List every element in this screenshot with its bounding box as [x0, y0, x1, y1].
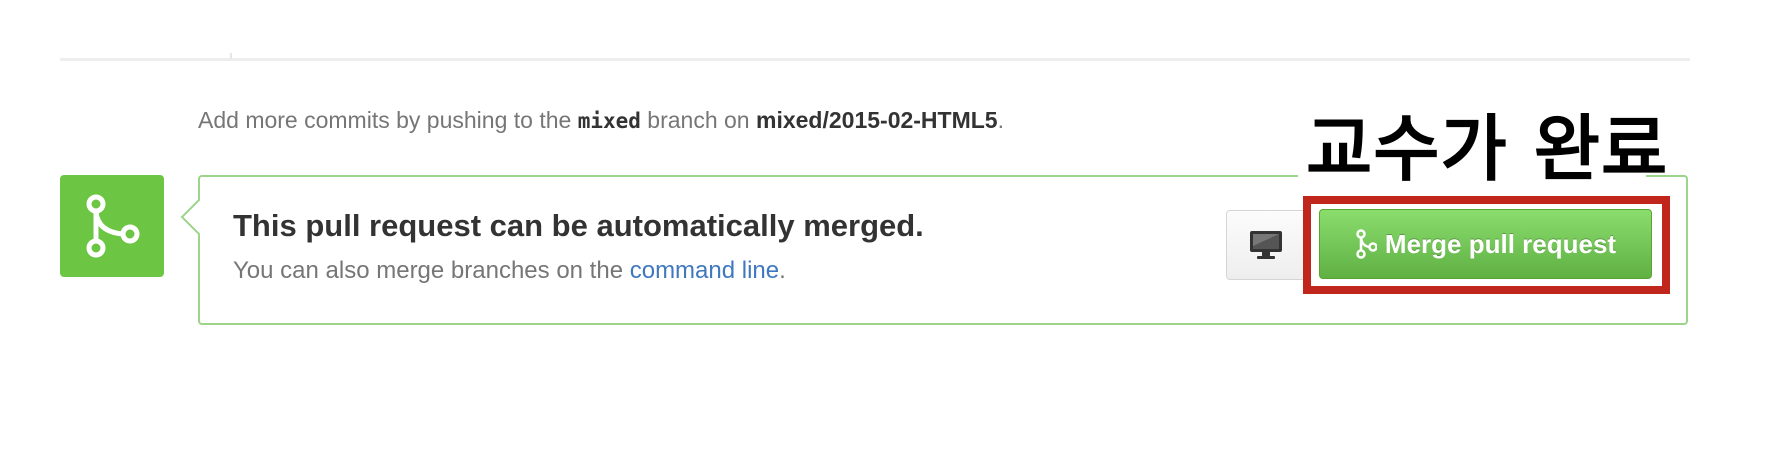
- desktop-icon: [1250, 231, 1282, 259]
- merge-button-label: Merge pull request: [1384, 228, 1617, 259]
- push-info-prefix: Add more commits by pushing to the: [198, 107, 578, 133]
- push-info-text: Add more commits by pushing to the mixed…: [198, 107, 1004, 134]
- timeline-tick: [230, 53, 232, 59]
- annotation-label: 교수가 완료: [1306, 107, 1669, 191]
- push-info-middle: branch on: [640, 107, 756, 133]
- merge-status-title: This pull request can be automatically m…: [233, 208, 924, 243]
- push-info-suffix: .: [997, 107, 1004, 133]
- merge-pull-request-button[interactable]: Merge pull request: [1319, 209, 1652, 279]
- timeline-divider: [60, 58, 1690, 61]
- merge-help-prefix: You can also merge branches on the: [233, 257, 630, 284]
- branch-name: mixed: [577, 109, 641, 133]
- command-line-link[interactable]: command line: [630, 257, 779, 284]
- git-merge-icon: [86, 194, 140, 258]
- repo-name: mixed/2015-02-HTML5: [756, 107, 998, 133]
- merge-status-badge: [60, 175, 164, 277]
- merge-help-text: You can also merge branches on the comma…: [233, 257, 786, 285]
- merge-help-suffix: .: [779, 257, 786, 284]
- git-merge-icon: [1356, 229, 1377, 259]
- open-in-desktop-button[interactable]: [1226, 210, 1306, 280]
